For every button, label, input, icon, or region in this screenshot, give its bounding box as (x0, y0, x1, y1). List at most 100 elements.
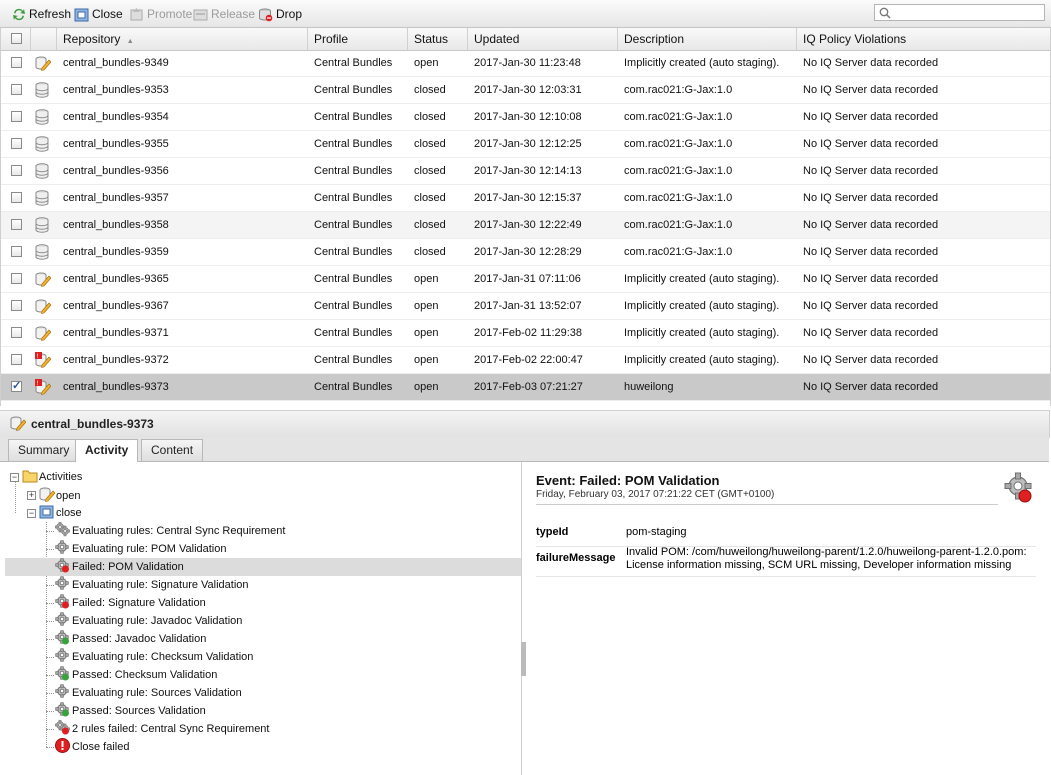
gears-failed-icon (54, 719, 71, 735)
tree-item[interactable]: Passed: Checksum Validation (55, 666, 217, 684)
tab-activity[interactable]: Activity (75, 439, 139, 462)
tree-item[interactable]: Passed: Javadoc Validation (55, 630, 206, 648)
table-row[interactable]: central_bundles-9365 Central Bundles open 2… (1, 266, 1050, 293)
column-profile[interactable]: Profile (308, 28, 408, 50)
promote-label: Promote (147, 7, 193, 21)
row-checkbox[interactable] (11, 219, 22, 230)
cell-updated: 2017-Jan-30 12:28:29 (474, 246, 582, 258)
drop-label: Drop (276, 7, 303, 21)
tree-item[interactable]: 2 rules failed: Central Sync Requirement (54, 719, 270, 738)
gear-failed-icon (55, 558, 69, 573)
table-row[interactable]: ! central_bundles-9373 Central Bundles open… (1, 374, 1050, 401)
column-iq[interactable]: IQ Policy Violations (797, 28, 1050, 50)
tree-line (46, 711, 54, 712)
repo-open-error-icon: ! (35, 379, 52, 395)
close-button[interactable]: Close (74, 5, 123, 23)
row-checkbox[interactable] (11, 165, 22, 176)
cell-repository: central_bundles-9355 (63, 138, 169, 150)
gear-icon (55, 540, 69, 554)
drop-icon (258, 7, 273, 22)
row-checkbox[interactable] (11, 57, 22, 68)
table-row[interactable]: ! central_bundles-9372 Central Bundles open… (1, 347, 1050, 374)
column-description[interactable]: Description (618, 28, 797, 50)
error-icon (55, 738, 70, 753)
column-updated-label: Updated (474, 32, 520, 46)
release-button[interactable]: Release (193, 5, 255, 23)
svg-text:!: ! (37, 380, 39, 387)
tree-item[interactable]: Evaluating rule: Javadoc Validation (55, 612, 242, 630)
row-checkbox[interactable] (11, 273, 22, 284)
close-label: Close (92, 7, 123, 21)
tree-node-open-label: open (56, 490, 81, 502)
refresh-button[interactable]: Refresh (11, 5, 71, 23)
cell-description: Implicitly created (auto staging). (624, 327, 780, 339)
row-checkbox[interactable] (11, 246, 22, 257)
cell-iq: No IQ Server data recorded (803, 246, 939, 258)
column-profile-label: Profile (314, 32, 349, 46)
repo-closed-icon (35, 109, 49, 125)
search-box[interactable] (874, 4, 1045, 21)
tree-item[interactable]: Failed: Signature Validation (55, 594, 206, 612)
tree-node-close[interactable]: − close (27, 504, 82, 522)
row-checkbox[interactable] (11, 192, 22, 203)
tree-item[interactable]: Evaluating rule: Sources Validation (55, 684, 242, 702)
tree-line (46, 531, 54, 532)
table-row[interactable]: central_bundles-9358 Central Bundles close… (1, 212, 1050, 239)
tree-item[interactable]: Evaluating rules: Central Sync Requireme… (54, 521, 285, 540)
tree-root-activities[interactable]: − Activities (10, 468, 82, 486)
table-row[interactable]: central_bundles-9359 Central Bundles close… (1, 239, 1050, 266)
cell-status: open (414, 273, 439, 285)
collapse-icon[interactable]: − (10, 473, 19, 482)
promote-button[interactable]: Promote (129, 5, 192, 23)
table-row[interactable]: central_bundles-9355 Central Bundles close… (1, 131, 1050, 158)
row-checkbox[interactable] (11, 84, 22, 95)
cell-repository: central_bundles-9356 (63, 165, 169, 177)
tab-summary[interactable]: Summary (8, 439, 80, 461)
collapse-icon[interactable]: − (27, 509, 36, 518)
tree-item-label: Evaluating rule: POM Validation (72, 543, 227, 555)
table-row[interactable]: central_bundles-9356 Central Bundles close… (1, 158, 1050, 185)
typeid-value: pom-staging (626, 526, 687, 538)
expand-icon[interactable]: + (27, 491, 36, 500)
tree-line (46, 522, 47, 747)
cell-status: closed (414, 84, 446, 96)
cell-description: Implicitly created (auto staging). (624, 273, 780, 285)
tree-node-open[interactable]: + open (27, 486, 80, 504)
cell-repository: central_bundles-9373 (63, 381, 169, 393)
tree-item[interactable]: Passed: Sources Validation (55, 702, 206, 720)
table-row[interactable]: central_bundles-9354 Central Bundles close… (1, 104, 1050, 131)
gear-icon (55, 576, 69, 590)
tab-content[interactable]: Content (141, 439, 204, 461)
tree-item-label: 2 rules failed: Central Sync Requirement (72, 723, 270, 735)
drop-button[interactable]: Drop (258, 5, 302, 23)
tree-item-label: Evaluating rule: Checksum Validation (72, 651, 254, 663)
table-row[interactable]: central_bundles-9349 Central Bundles open 2… (1, 50, 1050, 77)
tree-item[interactable]: Failed: POM Validation (5, 558, 521, 576)
row-checkbox[interactable] (11, 138, 22, 149)
table-row[interactable]: central_bundles-9371 Central Bundles open 2… (1, 320, 1050, 347)
cell-updated: 2017-Feb-02 22:00:47 (474, 354, 583, 366)
row-checkbox[interactable] (11, 300, 22, 311)
tree-item[interactable]: Evaluating rule: POM Validation (55, 540, 227, 558)
cell-profile: Central Bundles (314, 219, 393, 231)
close-repo-icon (39, 504, 54, 519)
search-input[interactable] (895, 5, 1039, 21)
tree-item[interactable]: Evaluating rule: Checksum Validation (55, 648, 253, 666)
tree-line (46, 621, 54, 622)
tree-item[interactable]: Evaluating rule: Signature Validation (55, 576, 249, 594)
cell-updated: 2017-Jan-30 12:03:31 (474, 84, 582, 96)
tree-item[interactable]: Close failed (55, 738, 129, 756)
table-row[interactable]: central_bundles-9367 Central Bundles open 2… (1, 293, 1050, 320)
select-all-checkbox[interactable] (11, 33, 22, 44)
cell-description: com.rac021:G-Jax:1.0 (624, 219, 733, 231)
column-repository[interactable]: Repository ▲ (57, 28, 308, 50)
column-updated[interactable]: Updated (468, 28, 618, 50)
row-checkbox[interactable] (11, 327, 22, 338)
row-checkbox[interactable] (11, 354, 22, 365)
cell-repository: central_bundles-9372 (63, 354, 169, 366)
row-checkbox[interactable] (11, 111, 22, 122)
column-status[interactable]: Status (408, 28, 468, 50)
table-row[interactable]: central_bundles-9357 Central Bundles close… (1, 185, 1050, 212)
table-row[interactable]: central_bundles-9353 Central Bundles close… (1, 77, 1050, 104)
row-checkbox[interactable] (11, 379, 22, 392)
